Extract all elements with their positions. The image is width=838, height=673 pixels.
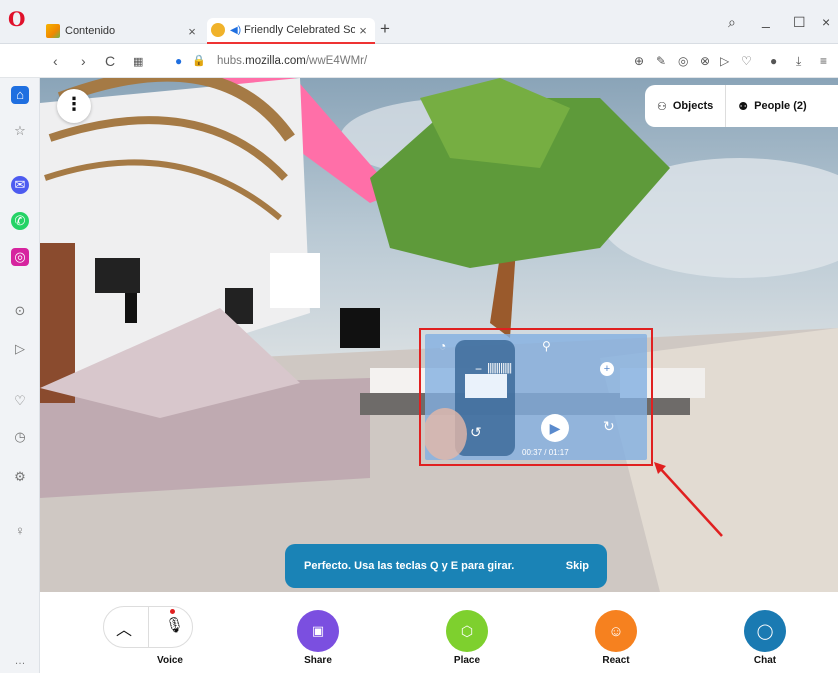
address-bar: ‹ › C ▦ ● 🔒 hubs.mozilla.com/wwE4WMr/ ⊕ …	[0, 44, 838, 78]
share-screen-icon: ▣	[311, 623, 325, 638]
objects-button[interactable]: ⚇ Objects	[645, 85, 725, 127]
objects-label: Objects	[672, 100, 714, 112]
tab-title: Contenido	[65, 25, 116, 37]
react-button[interactable]: ☺	[595, 610, 637, 652]
skip-button[interactable]: Skip	[566, 560, 589, 572]
adblock-icon[interactable]: ⊗	[700, 54, 710, 68]
browser-tab-bar: O Contenido × ◀) Friendly Celebrated Sol…	[0, 0, 838, 44]
profile-icon[interactable]: ●	[770, 54, 777, 68]
voice-label: Voice	[157, 655, 183, 666]
tab-favicon-icon	[211, 23, 225, 37]
mic-status-dot	[170, 609, 175, 614]
download-icon[interactable]: ⤓	[796, 54, 801, 69]
smiley-icon: ☺	[608, 622, 624, 640]
tips-bulb-icon[interactable]: ♀	[11, 522, 29, 540]
microphone-permission-icon[interactable]: ●	[175, 54, 182, 68]
reload-button[interactable]: C	[105, 53, 115, 69]
hubs-3d-scene[interactable]: ⋮ ⚇ Objects ⚉ People (2) ◔ ⚲ − |||||||||…	[40, 78, 838, 592]
maximize-button[interactable]: ☐	[793, 14, 806, 31]
browser-sidebar: ⌂ ☆ ✉ ✆ ◎ ⊙ ▷ ♡ ◷ ⚙ ♀ …	[0, 78, 40, 673]
toast-message: Perfecto. Usa las teclas Q y E para gira…	[304, 560, 515, 572]
more-dots-icon[interactable]: …	[11, 652, 29, 670]
heart-icon[interactable]: ♡	[741, 54, 752, 68]
camera-icon[interactable]: ◎	[678, 54, 688, 68]
voice-options-chevron-up-icon[interactable]: ︿	[116, 616, 132, 640]
people-button[interactable]: ⚉ People (2)	[726, 85, 818, 127]
home-icon[interactable]: ⌂	[11, 86, 29, 104]
instagram-icon[interactable]: ◎	[11, 248, 29, 266]
tabs-grid-icon[interactable]: ▦	[133, 55, 143, 68]
highlight-box	[419, 328, 653, 466]
history-icon[interactable]: ◷	[11, 428, 29, 446]
annotation-arrow	[654, 462, 723, 537]
flow-icon[interactable]: ▷	[11, 340, 29, 358]
search-icon[interactable]: ⊕	[634, 54, 644, 68]
share-label: Share	[304, 655, 332, 666]
edit-icon[interactable]: ✎	[656, 54, 666, 68]
new-tab-button[interactable]: +	[380, 19, 390, 39]
chat-button[interactable]: ◯	[744, 610, 786, 652]
tab-title: Friendly Celebrated Sol	[244, 24, 355, 36]
mic-muted-icon[interactable]: 🎙	[165, 616, 184, 634]
place-button[interactable]: ⬡	[446, 610, 488, 652]
settings-gear-icon[interactable]: ⚙	[11, 468, 29, 486]
messenger-icon[interactable]: ✉	[11, 176, 29, 194]
opera-logo-icon[interactable]: O	[8, 8, 28, 30]
people-label: People (2)	[754, 100, 807, 112]
back-button[interactable]: ‹	[53, 53, 58, 69]
divider	[148, 607, 149, 647]
tutorial-toast: Perfecto. Usa las teclas Q y E para gira…	[285, 544, 607, 588]
close-window-button[interactable]: ×	[822, 14, 830, 30]
voice-control-group: ︿ 🎙	[103, 606, 193, 648]
tab-hubs[interactable]: ◀) Friendly Celebrated Sol ×	[207, 18, 375, 44]
share-button[interactable]: ▣	[297, 610, 339, 652]
place-object-icon: ⬡	[460, 622, 474, 639]
url-text[interactable]: hubs.mozilla.com/wwE4WMr/	[217, 55, 367, 67]
bookmarks-star-icon[interactable]: ☆	[11, 122, 29, 140]
forward-button[interactable]: ›	[81, 53, 86, 69]
chat-bubble-icon: ◯	[756, 623, 774, 640]
lock-icon[interactable]: 🔒	[192, 54, 206, 67]
easy-setup-icon[interactable]: ≡	[820, 54, 827, 68]
place-label: Place	[453, 655, 481, 666]
pinboard-heart-icon[interactable]: ♡	[11, 392, 29, 410]
top-right-panel: ⚇ Objects ⚉ People (2)	[645, 85, 838, 127]
audio-playing-icon[interactable]: ◀)	[230, 25, 241, 36]
minimize-button[interactable]: _	[762, 12, 770, 28]
chat-label: Chat	[753, 655, 777, 666]
react-label: React	[602, 655, 630, 666]
tab-close-icon[interactable]: ×	[184, 24, 200, 39]
tab-contenido[interactable]: Contenido ×	[42, 18, 204, 44]
objects-icon: ⚇	[657, 100, 667, 113]
send-icon[interactable]: ▷	[720, 54, 729, 68]
whatsapp-icon[interactable]: ✆	[11, 212, 29, 230]
tab-favicon-icon	[46, 24, 60, 38]
people-icon: ⚉	[738, 100, 749, 113]
more-menu-button[interactable]: ⋮	[57, 89, 91, 123]
tab-close-icon[interactable]: ×	[355, 23, 371, 38]
search-tabs-icon[interactable]: ⌕	[728, 14, 736, 31]
player-icon[interactable]: ⊙	[11, 302, 29, 320]
